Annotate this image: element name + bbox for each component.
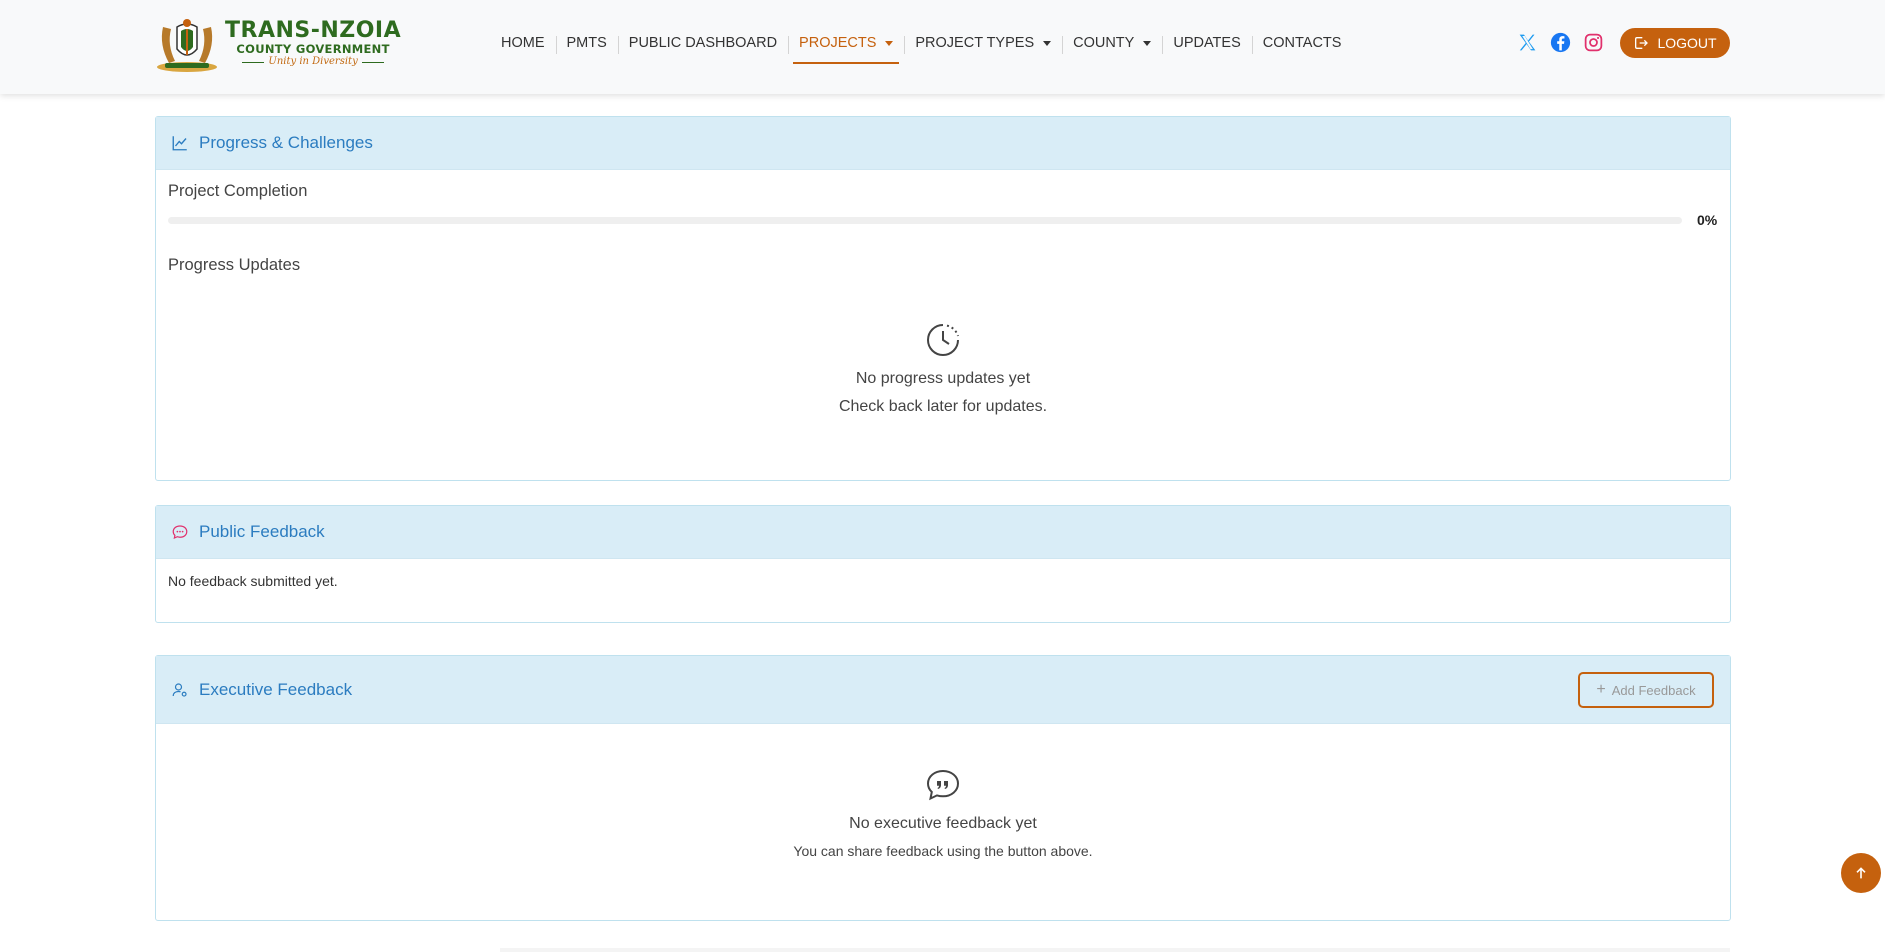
progress-challenges-card: Progress & Challenges Project Completion…	[155, 116, 1731, 481]
card-title: Public Feedback	[199, 522, 325, 541]
main-nav: HOME PMTS PUBLIC DASHBOARD PROJECTS PROJ…	[490, 28, 1353, 64]
line-chart-icon	[172, 136, 187, 151]
public-feedback-card: Public Feedback No feedback submitted ye…	[155, 505, 1731, 623]
nav-projects[interactable]: PROJECTS	[788, 28, 904, 64]
chevron-down-icon	[1143, 40, 1152, 46]
completion-percent: 0%	[1697, 212, 1718, 228]
card-header: Public Feedback	[156, 506, 1730, 559]
chevron-down-icon	[885, 40, 894, 46]
top-navbar: TRANS-NZOIA COUNTY GOVERNMENT Unity in D…	[0, 0, 1885, 94]
brand-title: TRANS-NZOIA	[225, 18, 402, 43]
executive-feedback-card: Executive Feedback + Add Feedback No exe…	[155, 655, 1731, 921]
brand-logo[interactable]: TRANS-NZOIA COUNTY GOVERNMENT Unity in D…	[155, 14, 401, 74]
progress-empty-state: No progress updates yet Check back later…	[156, 322, 1730, 416]
nav-county[interactable]: COUNTY	[1062, 28, 1162, 58]
card-title: Progress & Challenges	[199, 133, 373, 152]
executive-empty-title: No executive feedback yet	[849, 815, 1037, 832]
nav-project-types[interactable]: PROJECT TYPES	[904, 28, 1062, 58]
card-header: Executive Feedback	[156, 656, 1730, 724]
back-to-top-button[interactable]	[1841, 853, 1881, 893]
county-crest-icon	[155, 15, 219, 73]
plus-icon: +	[1596, 681, 1606, 698]
x-twitter-icon[interactable]	[1517, 32, 1538, 53]
progress-empty-subtitle: Check back later for updates.	[838, 398, 1048, 415]
nav-contacts[interactable]: CONTACTS	[1251, 28, 1353, 58]
user-gear-icon	[172, 682, 187, 697]
completion-progress-bar	[168, 217, 1682, 224]
executive-empty-state: No executive feedback yet You can share …	[156, 769, 1730, 859]
instagram-icon[interactable]	[1583, 32, 1604, 53]
brand-subtitle: COUNTY GOVERNMENT	[236, 42, 390, 56]
nav-home[interactable]: HOME	[490, 28, 556, 58]
card-title: Executive Feedback	[199, 679, 353, 699]
chat-dots-icon	[172, 525, 188, 540]
footer-edge	[500, 948, 1730, 952]
add-feedback-button[interactable]: + Add Feedback	[1578, 672, 1714, 708]
nav-public-dashboard[interactable]: PUBLIC DASHBOARD	[617, 28, 788, 58]
facebook-icon[interactable]	[1550, 32, 1571, 53]
clock-history-icon	[927, 324, 959, 356]
logout-button[interactable]: LOGOUT	[1620, 28, 1730, 58]
executive-empty-subtitle: You can share feedback using the button …	[793, 843, 1093, 859]
arrow-up-icon	[1856, 867, 1866, 879]
project-completion-label: Project Completion	[168, 182, 308, 200]
nav-pmts[interactable]: PMTS	[555, 28, 618, 58]
progress-empty-title: No progress updates yet	[855, 370, 1031, 387]
public-feedback-empty: No feedback submitted yet.	[168, 573, 338, 589]
progress-updates-label: Progress Updates	[168, 256, 301, 274]
logout-icon	[1635, 37, 1649, 49]
chevron-down-icon	[1043, 40, 1052, 46]
brand-motto: Unity in Diversity	[268, 56, 358, 67]
quote-chat-icon	[926, 769, 960, 801]
card-header: Progress & Challenges	[156, 117, 1730, 170]
nav-updates[interactable]: UPDATES	[1162, 28, 1251, 58]
